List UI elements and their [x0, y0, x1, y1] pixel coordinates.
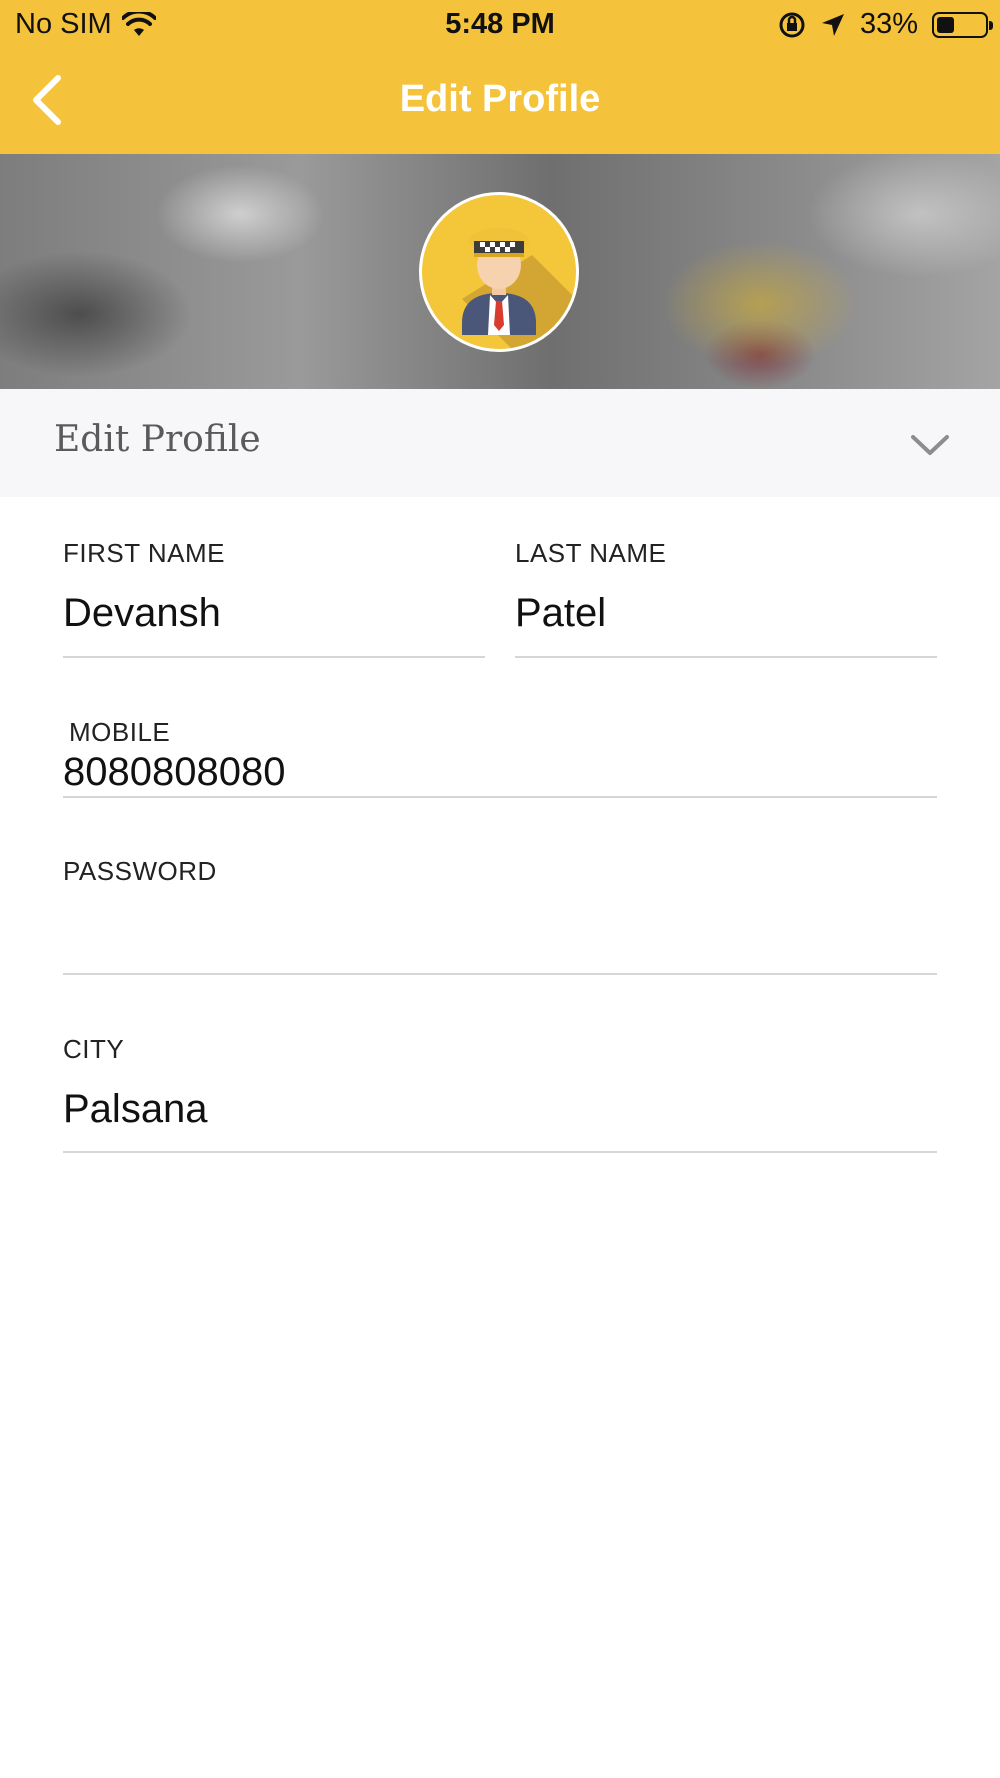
first-name-underline: [63, 656, 485, 658]
orientation-lock-icon: [779, 12, 805, 37]
city-field: CITY: [63, 1034, 937, 1154]
top-bar: No SIM 5:48 PM 33% Edit Profile: [0, 0, 1000, 154]
last-name-input[interactable]: [515, 591, 937, 636]
battery-icon: [932, 11, 993, 38]
edit-profile-section-toggle[interactable]: Edit Profile: [0, 389, 1000, 497]
password-field: PASSWORD: [63, 856, 937, 976]
last-name-field: LAST NAME: [515, 538, 937, 660]
password-underline: [63, 973, 937, 975]
mobile-input[interactable]: [63, 750, 937, 795]
status-bar: No SIM 5:48 PM 33%: [0, 0, 1000, 50]
location-arrow-icon: [821, 13, 844, 36]
city-underline: [63, 1151, 937, 1153]
taxi-driver-avatar-icon: [462, 228, 576, 349]
city-label: CITY: [63, 1034, 125, 1064]
first-name-field: FIRST NAME: [63, 538, 485, 660]
first-name-input[interactable]: [63, 591, 485, 636]
mobile-label: MOBILE: [69, 717, 171, 747]
page-title: Edit Profile: [399, 78, 601, 120]
battery-percent: 33%: [859, 8, 918, 40]
last-name-underline: [515, 656, 937, 658]
chevron-down-icon: [911, 435, 949, 455]
profile-avatar[interactable]: [419, 192, 579, 352]
city-input[interactable]: [63, 1087, 937, 1132]
password-label: PASSWORD: [63, 856, 217, 886]
mobile-field: MOBILE: [63, 717, 937, 799]
first-name-label: FIRST NAME: [63, 538, 225, 568]
mobile-underline: [63, 796, 937, 798]
password-input[interactable]: [63, 909, 937, 954]
last-name-label: LAST NAME: [515, 538, 667, 568]
section-title: Edit Profile: [54, 419, 261, 460]
